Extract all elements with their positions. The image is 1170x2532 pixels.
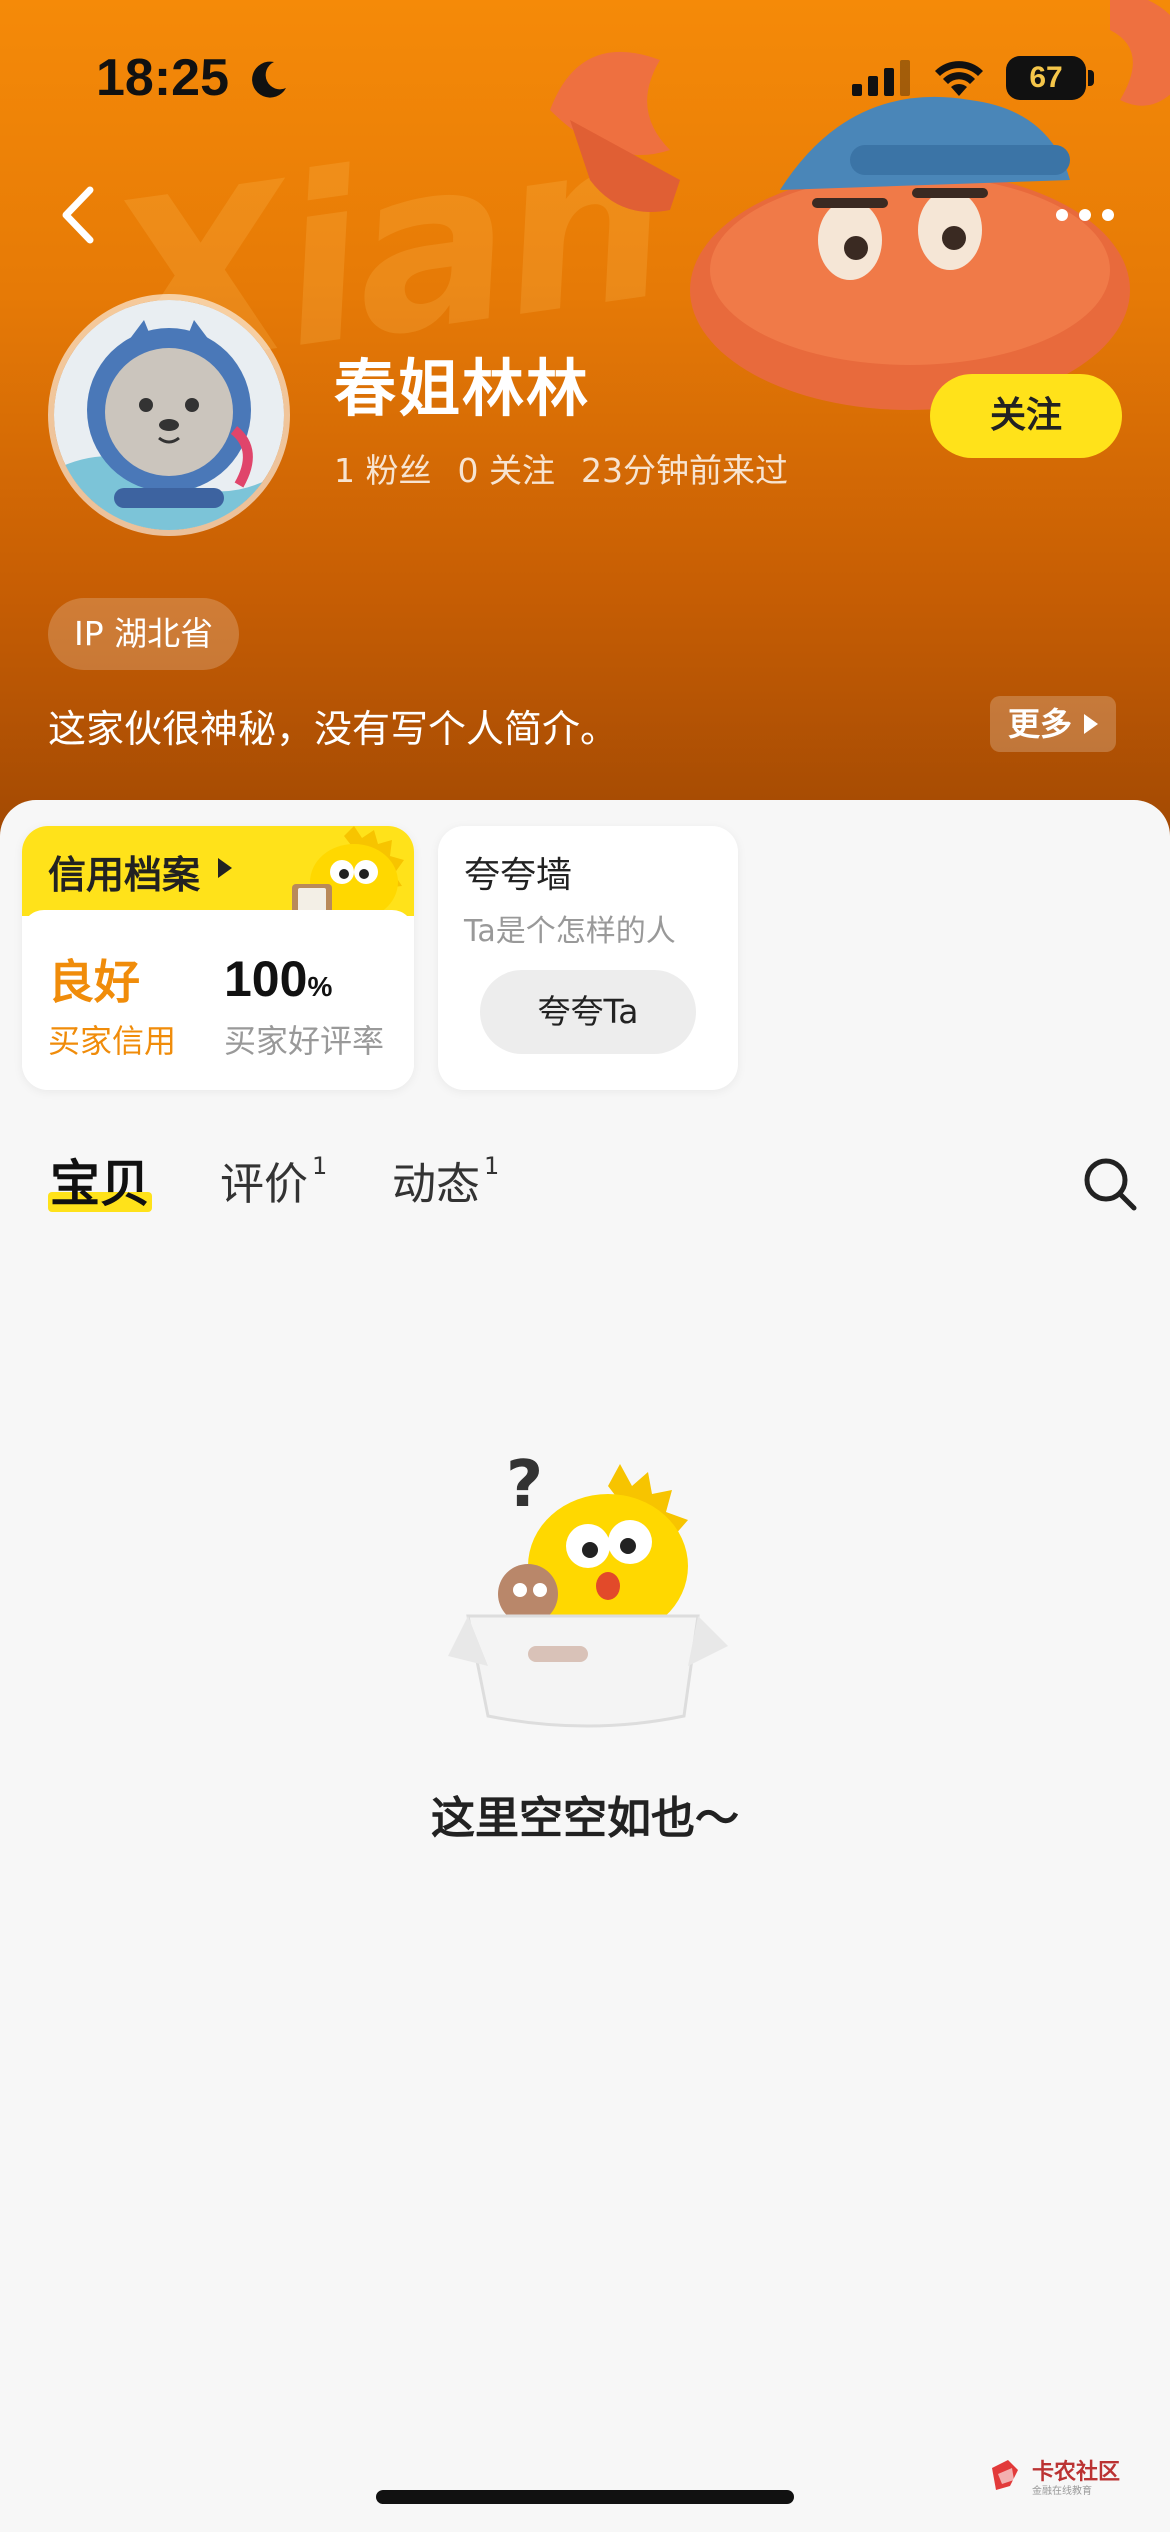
moon-icon bbox=[252, 61, 286, 98]
profile-stats: 1 粉丝 0 关注 23分钟前来过 bbox=[334, 444, 788, 492]
follow-button[interactable]: 关注 bbox=[930, 374, 1122, 458]
triangle-right-icon bbox=[1084, 714, 1098, 734]
positive-rate-label: 买家好评率 bbox=[224, 1022, 385, 1060]
praise-wall-card[interactable]: 夸夸墙 Ta是个怎样的人 夸夸Ta bbox=[438, 826, 738, 1090]
last-seen: 23分钟前来过 bbox=[581, 451, 788, 490]
bio-text: 这家伙很神秘，没有写个人简介。 bbox=[48, 707, 619, 751]
avatar[interactable] bbox=[48, 294, 290, 536]
fish-mascot-icon bbox=[292, 826, 404, 922]
battery-icon: 67 bbox=[1006, 56, 1086, 100]
svg-text:?: ? bbox=[506, 1448, 543, 1522]
following-count[interactable]: 0 关注 bbox=[458, 444, 556, 492]
tab-items-label: 宝贝 bbox=[50, 1155, 150, 1213]
username: 春姐林林 bbox=[334, 352, 591, 425]
tab-reviews[interactable]: 评价 1 bbox=[220, 1148, 327, 1212]
positive-rate-value: 100 bbox=[224, 951, 308, 1007]
positive-rate: 100% bbox=[224, 950, 332, 1008]
seal-astronaut-avatar-image bbox=[54, 300, 284, 530]
praise-wall-title: 夸夸墙 bbox=[464, 855, 573, 896]
tab-reviews-count: 1 bbox=[312, 1152, 328, 1180]
empty-box-mascot-illustration: ? bbox=[448, 1448, 728, 1728]
tab-moments-label: 动态 bbox=[392, 1159, 480, 1210]
search-icon[interactable] bbox=[1082, 1156, 1138, 1212]
tab-reviews-label: 评价 bbox=[220, 1159, 308, 1210]
triangle-right-icon bbox=[218, 858, 232, 878]
wifi-icon bbox=[935, 61, 983, 96]
credit-level: 良好 bbox=[48, 955, 140, 1009]
credit-card-title: 信用档案 bbox=[48, 853, 201, 897]
more-button[interactable]: 更多 bbox=[990, 696, 1116, 752]
praise-button[interactable]: 夸夸Ta bbox=[480, 970, 696, 1054]
status-time: 18:25 bbox=[96, 49, 229, 107]
more-dots-icon[interactable] bbox=[1050, 200, 1120, 230]
signal-icon bbox=[852, 60, 910, 96]
positive-rate-unit: % bbox=[307, 971, 333, 1002]
ip-location-badge: IP 湖北省 bbox=[48, 598, 240, 670]
more-label: 更多 bbox=[1008, 705, 1073, 743]
battery-tip bbox=[1088, 70, 1094, 86]
chevron-left-icon[interactable] bbox=[52, 180, 112, 250]
profile-header: Xian 18:25 67 春姐林林 1 粉丝 0 关注 23分钟前来过 关注 … bbox=[0, 0, 1170, 840]
fans-count[interactable]: 1 粉丝 bbox=[334, 444, 432, 492]
praise-wall-subtitle: Ta是个怎样的人 bbox=[464, 914, 676, 949]
tab-items[interactable]: 宝贝 bbox=[50, 1144, 150, 1216]
profile-page: { "status_bar": { "time": "18:25", "batt… bbox=[0, 0, 1170, 2532]
home-indicator[interactable] bbox=[376, 2490, 794, 2504]
credit-profile-card[interactable]: 信用档案 良好 买家信用 100% 买家好评率 bbox=[22, 826, 414, 1090]
tab-moments[interactable]: 动态 1 bbox=[392, 1148, 499, 1212]
credit-level-label: 买家信用 bbox=[48, 1022, 177, 1060]
watermark-subtitle: 金融在线教育 bbox=[1032, 2486, 1092, 2497]
tab-moments-count: 1 bbox=[484, 1152, 500, 1180]
empty-state-message: 这里空空如也～ bbox=[431, 1793, 739, 1844]
